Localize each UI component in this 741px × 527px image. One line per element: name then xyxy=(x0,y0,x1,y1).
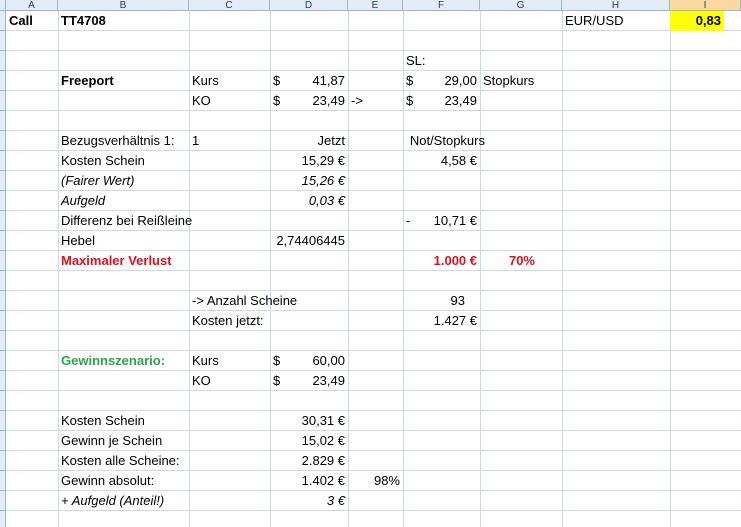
cell-d4-currency[interactable]: $ xyxy=(270,71,290,91)
cell-f4[interactable]: 29,00 xyxy=(423,71,480,91)
cell-d5-currency[interactable]: $ xyxy=(270,91,290,111)
cell-d5[interactable]: 23,49 xyxy=(290,91,348,111)
column-header-g[interactable]: G xyxy=(480,0,562,11)
cell-d24[interactable]: 1.402 € xyxy=(270,471,348,491)
grid-row-line xyxy=(6,50,741,51)
cell-d23[interactable]: 2.829 € xyxy=(270,451,348,471)
row-header[interactable] xyxy=(0,71,6,91)
row-header[interactable] xyxy=(0,271,6,291)
cell-b11[interactable]: Differenz bei Reißleine xyxy=(58,211,258,231)
cell-b18[interactable]: Gewinnszenario: xyxy=(58,351,189,371)
cell-g4[interactable]: Stopkurs xyxy=(480,71,562,91)
cell-f11[interactable]: 10,71 € xyxy=(423,211,480,231)
cell-c15[interactable]: -> Anzahl Scheine xyxy=(189,291,349,311)
cell-b25[interactable]: + Aufgeld (Anteil!) xyxy=(58,491,189,511)
cell-f11-dash[interactable]: - xyxy=(403,211,423,231)
cell-b10[interactable]: Aufgeld xyxy=(58,191,189,211)
cell-f5-currency[interactable]: $ xyxy=(403,91,423,111)
row-header[interactable] xyxy=(0,311,6,331)
row-header[interactable] xyxy=(0,391,6,411)
row-header[interactable] xyxy=(0,431,6,451)
cell-c7[interactable]: 1 xyxy=(189,131,270,151)
row-header[interactable] xyxy=(0,211,6,231)
row-header[interactable] xyxy=(0,491,6,511)
row-header[interactable] xyxy=(0,451,6,471)
row-header[interactable] xyxy=(0,91,6,111)
cell-a1[interactable]: Call xyxy=(6,11,58,31)
column-header-f[interactable]: F xyxy=(403,0,480,11)
cell-d19-currency[interactable]: $ xyxy=(270,371,290,391)
cell-d9[interactable]: 15,26 € xyxy=(270,171,348,191)
cell-f8[interactable]: 4,58 € xyxy=(403,151,480,171)
column-header-b[interactable]: B xyxy=(58,0,189,11)
column-header-a[interactable]: A xyxy=(6,0,58,11)
row-header[interactable] xyxy=(0,151,6,171)
cell-d18[interactable]: 60,00 xyxy=(290,351,348,371)
row-header[interactable] xyxy=(0,511,6,527)
row-header[interactable] xyxy=(0,331,6,351)
column-header-e[interactable]: E xyxy=(348,0,403,11)
cell-b8[interactable]: Kosten Schein xyxy=(58,151,189,171)
cell-b22[interactable]: Gewinn je Schein xyxy=(58,431,189,451)
row-header[interactable] xyxy=(0,131,6,151)
row-header[interactable] xyxy=(0,111,6,131)
cell-d19[interactable]: 23,49 xyxy=(290,371,348,391)
row-header[interactable] xyxy=(0,291,6,311)
row-header[interactable] xyxy=(0,251,6,271)
cell-e5[interactable]: -> xyxy=(348,91,403,111)
grid-row-line xyxy=(6,310,741,311)
column-header-d[interactable]: D xyxy=(270,0,348,11)
cell-d18-currency[interactable]: $ xyxy=(270,351,290,371)
cell-f16[interactable]: 1.427 € xyxy=(403,311,480,331)
cell-b23[interactable]: Kosten alle Scheine: xyxy=(58,451,189,471)
grid-row-line xyxy=(6,390,741,391)
cell-c16[interactable]: Kosten jetzt: xyxy=(189,311,299,331)
row-header[interactable] xyxy=(0,231,6,251)
cell-b7[interactable]: Bezugsverhältnis 1: xyxy=(58,131,189,151)
cell-h1[interactable]: EUR/USD xyxy=(562,11,670,31)
cell-b13[interactable]: Maximaler Verlust xyxy=(58,251,218,271)
cell-d22[interactable]: 15,02 € xyxy=(270,431,348,451)
cell-c4[interactable]: Kurs xyxy=(189,71,270,91)
cell-c18[interactable]: Kurs xyxy=(189,351,270,371)
row-header[interactable] xyxy=(0,471,6,491)
cell-c19[interactable]: KO xyxy=(189,371,270,391)
row-header[interactable] xyxy=(0,51,6,71)
cell-d10[interactable]: 0,03 € xyxy=(270,191,348,211)
cell-e24[interactable]: 98% xyxy=(348,471,403,491)
row-header[interactable] xyxy=(0,351,6,371)
cell-i1[interactable]: 0,83 xyxy=(670,11,724,31)
cell-c5[interactable]: KO xyxy=(189,91,270,111)
cell-b12[interactable]: Hebel xyxy=(58,231,189,251)
column-header-c[interactable]: C xyxy=(189,0,270,11)
grid-row-line xyxy=(6,330,741,331)
cell-g13[interactable]: 70% xyxy=(480,251,538,271)
column-header-i[interactable]: I xyxy=(670,0,741,11)
spreadsheet-grid[interactable]: A B C D E F G H I Call TT4708 EUR/USD 0,… xyxy=(0,0,741,527)
cell-b1[interactable]: TT4708 xyxy=(58,11,189,31)
cell-b24[interactable]: Gewinn absolut: xyxy=(58,471,189,491)
row-header[interactable] xyxy=(0,191,6,211)
cell-d7[interactable]: Jetzt xyxy=(270,131,348,151)
cell-d8[interactable]: 15,29 € xyxy=(270,151,348,171)
grid-row-line xyxy=(6,290,741,291)
cell-f7[interactable]: Not/Stopkurs xyxy=(388,131,488,151)
cell-d25[interactable]: 3 € xyxy=(270,491,348,511)
cell-f5[interactable]: 23,49 xyxy=(423,91,480,111)
row-header[interactable] xyxy=(0,171,6,191)
cell-f4-currency[interactable]: $ xyxy=(403,71,423,91)
cell-d21[interactable]: 30,31 € xyxy=(270,411,348,431)
cell-d12[interactable]: 2,74406445 xyxy=(270,231,348,251)
row-header[interactable] xyxy=(0,371,6,391)
cell-b21[interactable]: Kosten Schein xyxy=(58,411,189,431)
cell-f13[interactable]: 1.000 € xyxy=(403,251,480,271)
row-header[interactable] xyxy=(0,31,6,51)
cell-b4[interactable]: Freeport xyxy=(58,71,189,91)
column-header-h[interactable]: H xyxy=(562,0,670,11)
cell-b9[interactable]: (Fairer Wert) xyxy=(58,171,189,191)
row-header[interactable] xyxy=(0,411,6,431)
cell-d4[interactable]: 41,87 xyxy=(290,71,348,91)
cell-f3[interactable]: SL: xyxy=(403,51,480,71)
cell-f15[interactable]: 93 xyxy=(403,291,468,311)
